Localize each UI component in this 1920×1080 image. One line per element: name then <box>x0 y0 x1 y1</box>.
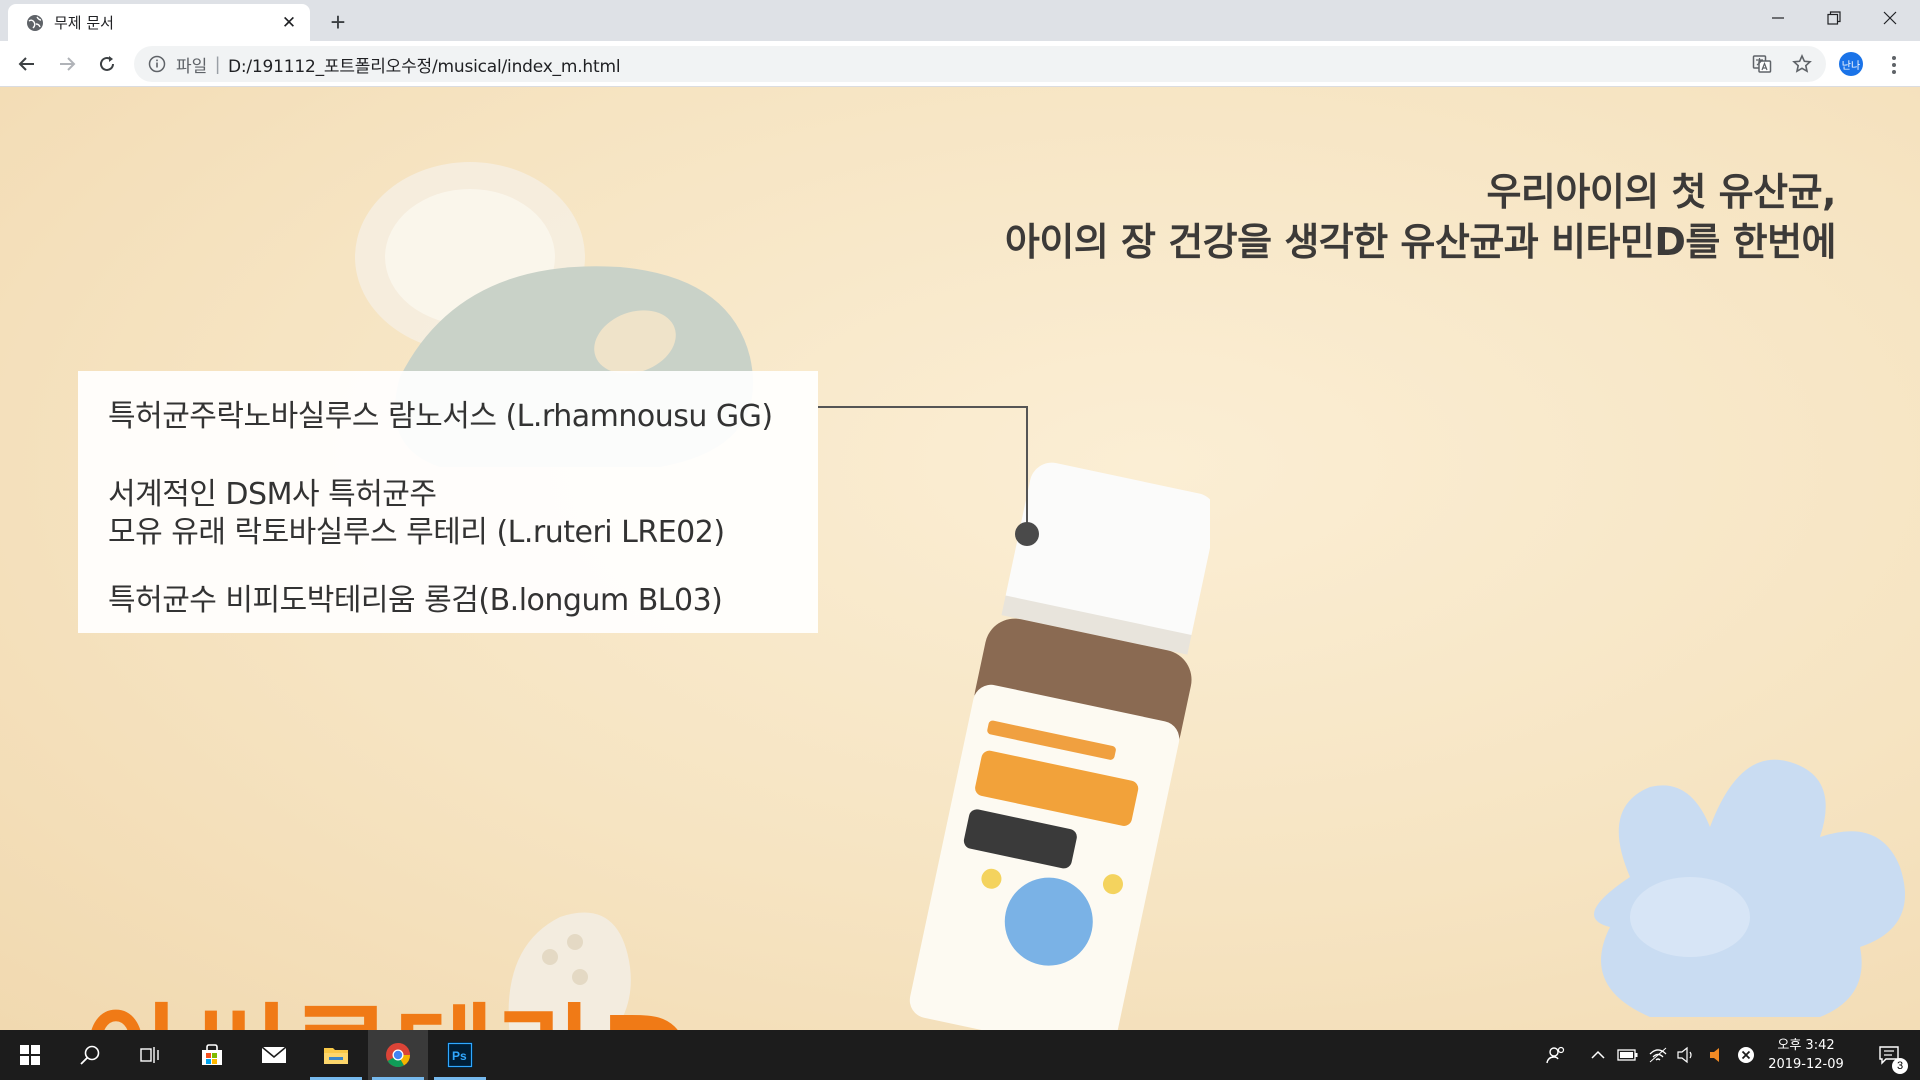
menu-button[interactable] <box>1880 51 1908 79</box>
leader-line <box>1026 406 1028 526</box>
product-bottle-image <box>909 462 1210 1030</box>
battery-icon <box>1617 1049 1638 1061</box>
windows-logo-icon <box>20 1045 40 1065</box>
leader-line <box>818 406 1028 408</box>
task-view-button[interactable] <box>120 1030 180 1080</box>
network-button[interactable] <box>1644 1030 1672 1080</box>
speaker-muted-icon <box>1710 1048 1719 1062</box>
address-separator: | <box>215 53 220 74</box>
chevron-up-icon <box>1591 1050 1605 1059</box>
address-url[interactable]: D:/191112_포트폴리오수정/musical/index_m.html <box>228 52 621 77</box>
wifi-icon <box>1649 1047 1667 1063</box>
translate-icon <box>1752 55 1772 73</box>
mail-icon <box>261 1046 287 1063</box>
ingredient-info-box: 특허균주락노바실루스 람노서스 (L.rhamnousu GG) 서계적인 DS… <box>78 371 818 633</box>
task-view-icon <box>140 1047 159 1063</box>
tab-title: 무제 문서 <box>54 14 114 32</box>
headline: 우리아이의 첫 유산균, 아이의 장 건강을 생각한 유산균과 비타민D를 한번… <box>1004 167 1837 267</box>
new-tab-button[interactable]: + <box>324 7 352 37</box>
restore-icon <box>1827 11 1841 25</box>
chrome-app[interactable] <box>368 1030 428 1080</box>
info-line: 특허균수 비피도박테리움 롱검(B.longum BL03) <box>108 583 723 618</box>
close-icon <box>1883 11 1897 25</box>
minimize-icon <box>1772 17 1784 19</box>
headline-line-1: 우리아이의 첫 유산균, <box>1486 170 1836 214</box>
close-window-button[interactable] <box>1862 0 1918 36</box>
profile-avatar[interactable]: 난나 <box>1839 52 1863 76</box>
close-tab-icon[interactable]: ✕ <box>278 12 300 34</box>
info-icon[interactable] <box>148 55 166 73</box>
minimize-button[interactable] <box>1750 0 1806 36</box>
notification-count-badge: 3 <box>1892 1058 1908 1074</box>
translate-button[interactable] <box>1748 50 1776 78</box>
chrome-icon <box>386 1043 410 1068</box>
address-scheme-label: 파일 <box>176 56 208 77</box>
more-vert-icon <box>1892 56 1896 74</box>
arrow-right-icon <box>60 57 76 71</box>
reload-button[interactable] <box>92 49 122 79</box>
svg-text:Ps: Ps <box>452 1049 467 1063</box>
back-button[interactable] <box>12 49 42 79</box>
clock-date: 2019-12-09 <box>1768 1057 1844 1072</box>
tab-strip: 무제 문서 ✕ + <box>0 0 1920 41</box>
bookmark-star-button[interactable] <box>1788 50 1816 78</box>
muted-speaker-button[interactable] <box>1702 1030 1730 1080</box>
search-button[interactable] <box>60 1030 120 1080</box>
photoshop-app[interactable]: Ps <box>430 1030 490 1080</box>
headline-line-2: 아이의 장 건강을 생각한 유산균과 비타민D를 한번에 <box>1004 220 1837 264</box>
show-hidden-icons-button[interactable] <box>1584 1030 1612 1080</box>
taskbar-clock[interactable]: 오후 3:42 2019-12-09 <box>1756 1036 1856 1074</box>
product-title-partial: 아써루테라D <box>84 967 693 1030</box>
mail-app[interactable] <box>244 1030 304 1080</box>
folder-icon <box>324 1048 348 1064</box>
reload-icon <box>100 56 114 71</box>
teether-toy-image <box>1594 759 1905 1017</box>
start-button[interactable] <box>0 1030 60 1080</box>
taskbar: Ps 오후 3:42 2019-12-09 3 <box>0 1030 1920 1080</box>
people-icon <box>1546 1046 1565 1064</box>
close-circle-icon <box>1738 1047 1754 1063</box>
clock-time: 오후 3:42 <box>1777 1038 1835 1053</box>
store-bag-icon <box>202 1044 222 1065</box>
file-explorer-app[interactable] <box>306 1030 366 1080</box>
page-viewport: 우리아이의 첫 유산균, 아이의 장 건강을 생각한 유산균과 비타민D를 한번… <box>0 87 1920 1030</box>
browser-tab[interactable]: 무제 문서 ✕ <box>8 4 310 41</box>
forward-button[interactable] <box>52 49 82 79</box>
globe-icon <box>27 14 43 31</box>
star-icon <box>1792 54 1812 73</box>
store-app[interactable] <box>182 1030 242 1080</box>
address-bar[interactable]: 파일 | D:/191112_포트폴리오수정/musical/index_m.h… <box>134 46 1826 82</box>
photoshop-icon: Ps <box>447 1042 473 1068</box>
info-line: 특허균주락노바실루스 람노서스 (L.rhamnousu GG) <box>108 399 773 434</box>
people-button[interactable] <box>1540 1030 1572 1080</box>
arrow-left-icon <box>18 57 34 71</box>
restore-button[interactable] <box>1806 0 1862 36</box>
browser-toolbar: 파일 | D:/191112_포트폴리오수정/musical/index_m.h… <box>0 41 1920 87</box>
speaker-icon <box>1677 1046 1692 1064</box>
info-line: 모유 유래 락토바실루스 루테리 (L.ruteri LRE02) <box>108 515 725 550</box>
battery-button[interactable] <box>1614 1030 1642 1080</box>
leader-dot <box>1015 522 1039 546</box>
search-icon <box>80 1045 100 1065</box>
volume-button[interactable] <box>1672 1030 1700 1080</box>
